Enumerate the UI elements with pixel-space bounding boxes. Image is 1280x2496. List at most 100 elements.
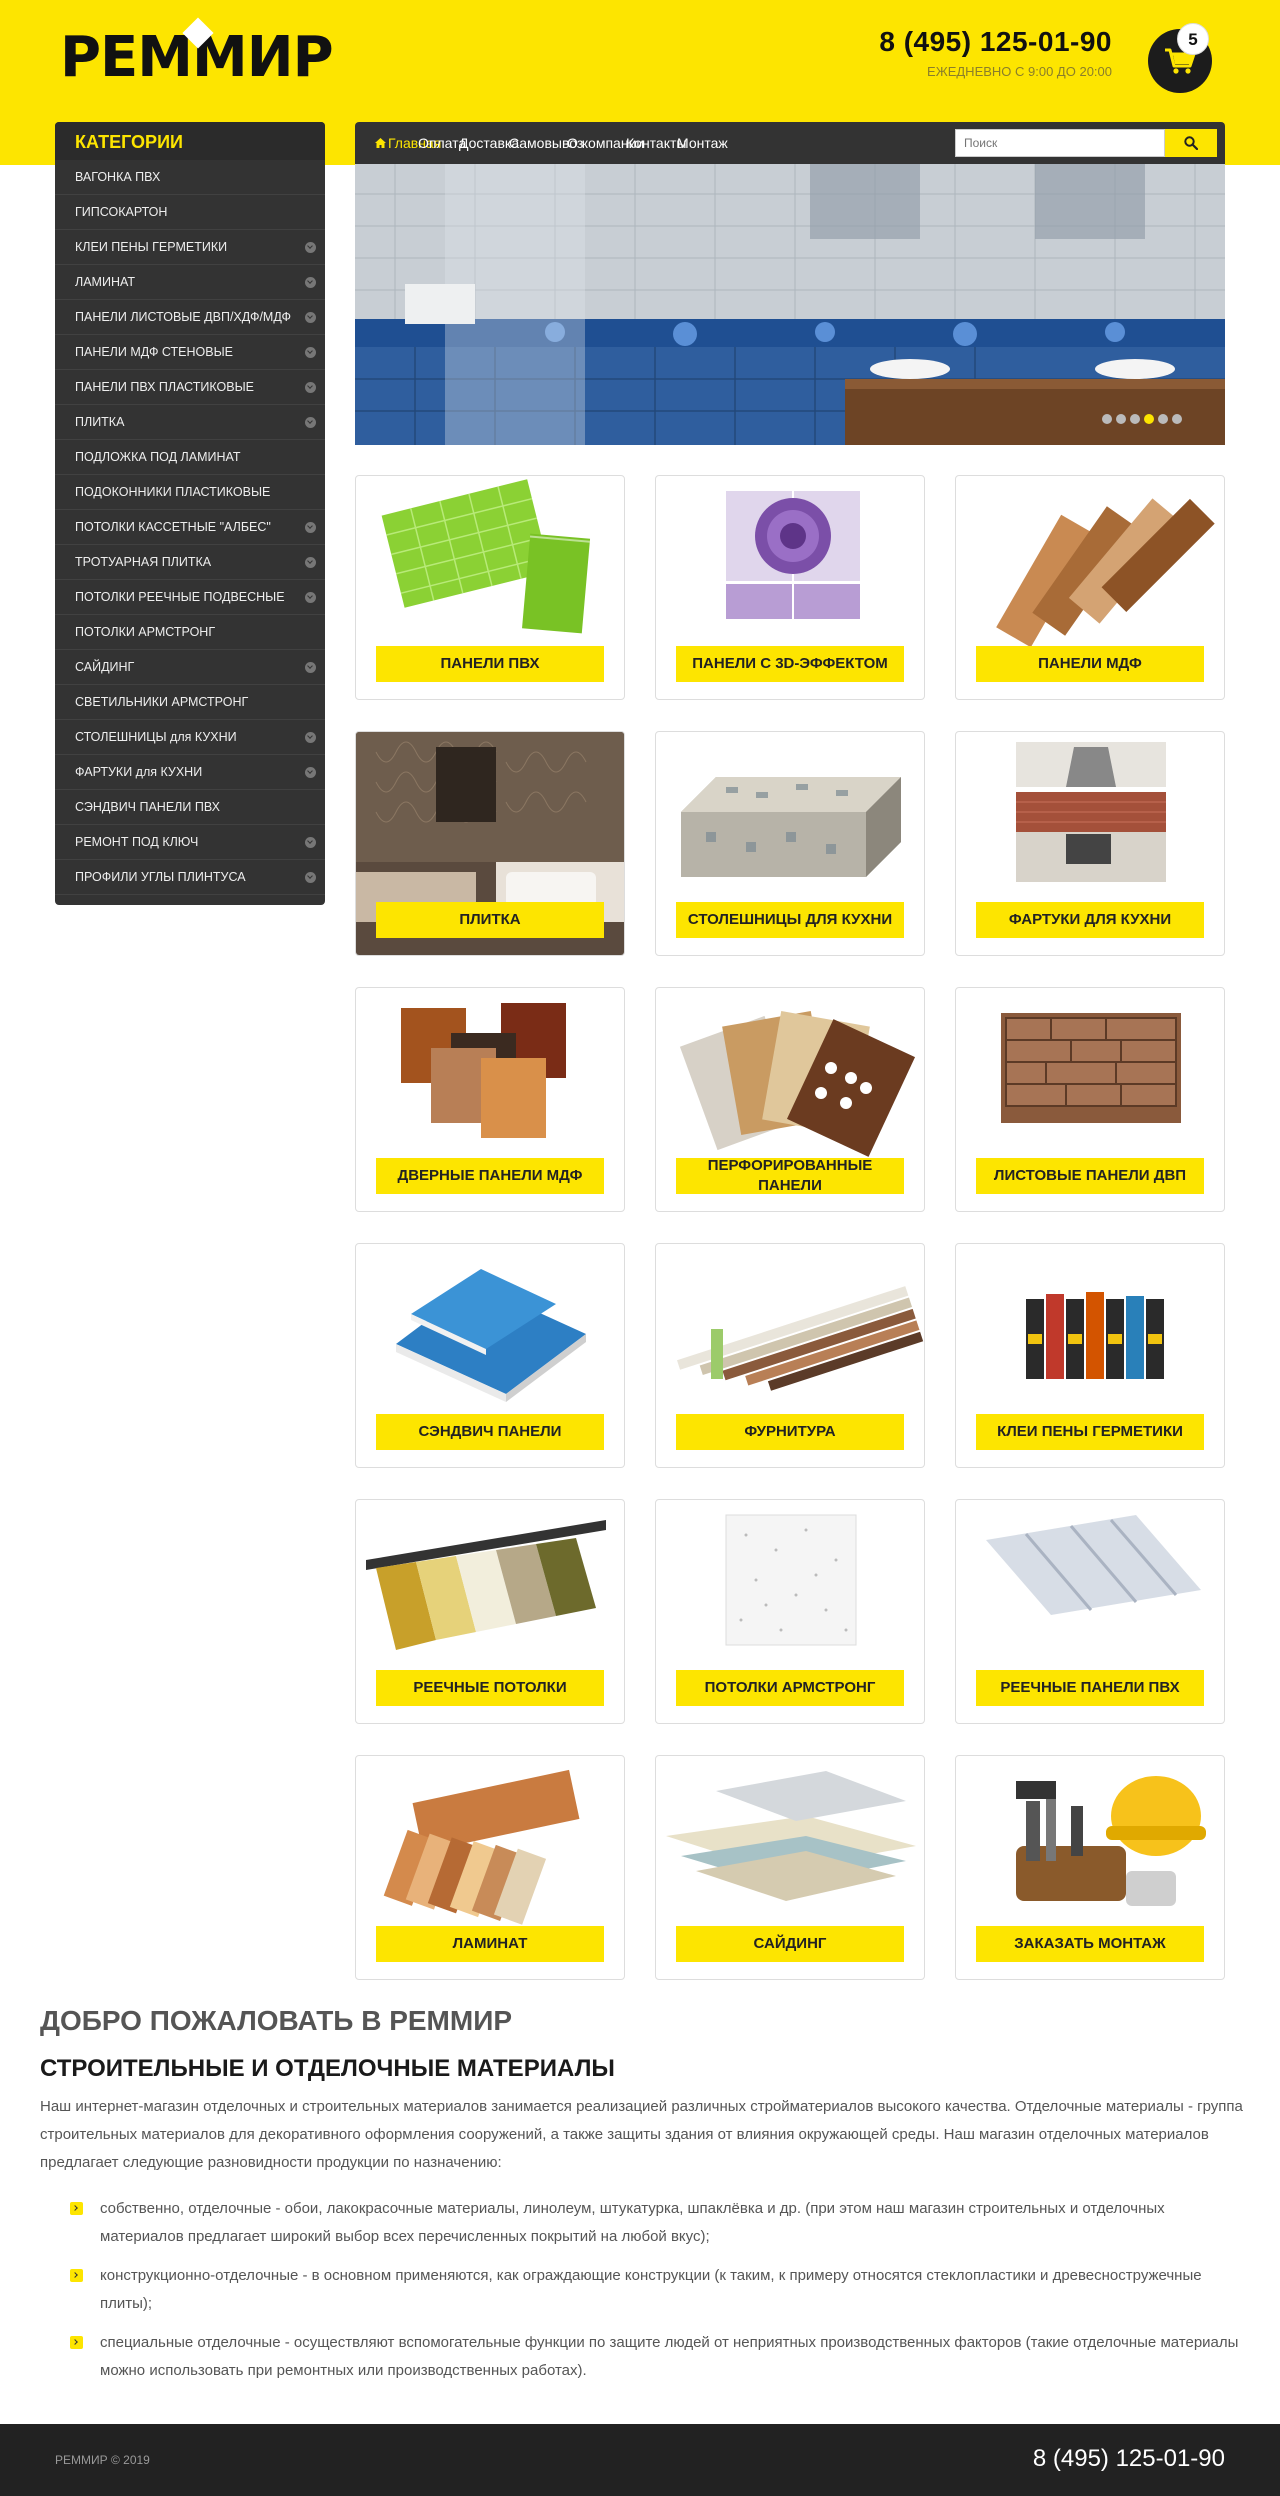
- sidebar-item[interactable]: ПОДЛОЖКА ПОД ЛАМИНАТ: [55, 440, 325, 475]
- chevron-down-icon[interactable]: [305, 557, 316, 568]
- product-card-label[interactable]: САЙДИНГ: [676, 1926, 904, 1962]
- product-card-label[interactable]: ПАНЕЛИ ПВХ: [376, 646, 604, 682]
- product-card-label[interactable]: ФУРНИТУРА: [676, 1414, 904, 1450]
- product-card[interactable]: СЭНДВИЧ ПАНЕЛИ: [355, 1243, 625, 1468]
- slider-dot[interactable]: [1130, 414, 1140, 424]
- chevron-down-icon[interactable]: [305, 592, 316, 603]
- product-card-label[interactable]: ПЕРФОРИРОВАННЫЕ ПАНЕЛИ: [676, 1157, 904, 1194]
- chevron-down-icon[interactable]: [305, 242, 316, 253]
- sidebar-item[interactable]: ПОДОКОННИКИ ПЛАСТИКОВЫЕ: [55, 475, 325, 510]
- product-card[interactable]: ФАРТУКИ ДЛЯ КУХНИ: [955, 731, 1225, 956]
- chevron-down-icon[interactable]: [305, 417, 316, 428]
- sidebar-item[interactable]: ФАРТУКИ для КУХНИ: [55, 755, 325, 790]
- chevron-down-icon[interactable]: [305, 312, 316, 323]
- sidebar-item[interactable]: ПОТОЛКИ КАССЕТНЫЕ "АЛБЕС": [55, 510, 325, 545]
- search-button[interactable]: [1165, 129, 1217, 157]
- chevron-down-icon[interactable]: [305, 347, 316, 358]
- hero-slider[interactable]: [355, 164, 1225, 445]
- product-card[interactable]: СТОЛЕШНИЦЫ ДЛЯ КУХНИ: [655, 731, 925, 956]
- sidebar-item[interactable]: ПРОФИЛИ УГЛЫ ПЛИНТУСА: [55, 860, 325, 895]
- chevron-right-icon: [70, 2269, 83, 2282]
- sidebar-item[interactable]: СТОЛЕШНИЦЫ для КУХНИ: [55, 720, 325, 755]
- category-sidebar: КАТЕГОРИИ ВАГОНКА ПВХ ГИПСОКАРТОН КЛЕИ ПЕН…: [55, 122, 325, 905]
- header-phone[interactable]: 8 (495) 125-01-90: [879, 26, 1112, 58]
- chevron-down-icon[interactable]: [305, 382, 316, 393]
- product-card-label[interactable]: РЕЕЧНЫЕ ПОТОЛКИ: [376, 1670, 604, 1706]
- cart-count-badge: 5: [1177, 23, 1209, 55]
- product-card[interactable]: ПЛИТКА: [355, 731, 625, 956]
- footer-phone[interactable]: 8 (495) 125-01-90: [1033, 2445, 1225, 2473]
- product-card-label[interactable]: ПОТОЛКИ АРМСТРОНГ: [676, 1670, 904, 1706]
- sidebar-item[interactable]: ЛАМИНАТ: [55, 265, 325, 300]
- sidebar-item-label: ПАНЕЛИ ПВХ ПЛАСТИКОВЫЕ: [75, 380, 255, 394]
- product-card[interactable]: ПЕРФОРИРОВАННЫЕ ПАНЕЛИ: [655, 987, 925, 1212]
- about-bullet-list: собственно, отделочные - обои, лакокрасо…: [40, 2195, 1250, 2385]
- product-card-label[interactable]: КЛЕИ ПЕНЫ ГЕРМЕТИКИ: [976, 1414, 1204, 1450]
- product-card[interactable]: КЛЕИ ПЕНЫ ГЕРМЕТИКИ: [955, 1243, 1225, 1468]
- chevron-down-icon[interactable]: [305, 872, 316, 883]
- sidebar-item[interactable]: ПОТОЛКИ АРМСТРОНГ: [55, 615, 325, 650]
- product-card[interactable]: ФУРНИТУРА: [655, 1243, 925, 1468]
- slider-dot[interactable]: [1102, 414, 1112, 424]
- sidebar-item[interactable]: ПАНЕЛИ ЛИСТОВЫЕ ДВП/ХДФ/МДФ: [55, 300, 325, 335]
- chevron-down-icon[interactable]: [305, 277, 316, 288]
- sidebar-item[interactable]: ПОТОЛКИ РЕЕЧНЫЕ ПОДВЕСНЫЕ: [55, 580, 325, 615]
- sidebar-item[interactable]: ПАНЕЛИ МДФ СТЕНОВЫЕ: [55, 335, 325, 370]
- sidebar-item[interactable]: ПЛИТКА: [55, 405, 325, 440]
- about-bullet: специальные отделочные - осуществляют вс…: [40, 2329, 1250, 2385]
- slider-dot[interactable]: [1172, 414, 1182, 424]
- slider-dot[interactable]: [1144, 414, 1154, 424]
- sidebar-item[interactable]: ТРОТУАРНАЯ ПЛИТКА: [55, 545, 325, 580]
- sidebar-item-label: СВЕТИЛЬНИКИ АРМСТРОНГ: [75, 695, 249, 709]
- sidebar-item-label: ТРОТУАРНАЯ ПЛИТКА: [75, 555, 212, 569]
- product-card-label[interactable]: ДВЕРНЫЕ ПАНЕЛИ МДФ: [376, 1158, 604, 1194]
- sidebar-item-label: ПАНЕЛИ МДФ СТЕНОВЫЕ: [75, 345, 234, 359]
- product-card-label[interactable]: СТОЛЕШНИЦЫ ДЛЯ КУХНИ: [676, 902, 904, 938]
- sidebar-item[interactable]: ВАГОНКА ПВХ: [55, 160, 325, 195]
- sidebar-item[interactable]: СЭНДВИЧ ПАНЕЛИ ПВХ: [55, 790, 325, 825]
- product-card[interactable]: ЛАМИНАТ: [355, 1755, 625, 1980]
- sidebar-item[interactable]: СВЕТИЛЬНИКИ АРМСТРОНГ: [55, 685, 325, 720]
- product-card-label[interactable]: ЛАМИНАТ: [376, 1926, 604, 1962]
- product-card[interactable]: ЛИСТОВЫЕ ПАНЕЛИ ДВП: [955, 987, 1225, 1212]
- product-card-label[interactable]: СЭНДВИЧ ПАНЕЛИ: [376, 1414, 604, 1450]
- product-card-label[interactable]: ПАНЕЛИ МДФ: [976, 646, 1204, 682]
- product-card-label[interactable]: ЗАКАЗАТЬ МОНТАЖ: [976, 1926, 1204, 1962]
- product-card[interactable]: РЕЕЧНЫЕ ПАНЕЛИ ПВХ: [955, 1499, 1225, 1724]
- sidebar-item-label: СЭНДВИЧ ПАНЕЛИ ПВХ: [75, 800, 220, 814]
- nav-item[interactable]: Монтаж: [677, 122, 728, 164]
- chevron-down-icon[interactable]: [305, 767, 316, 778]
- product-card-label[interactable]: ПАНЕЛИ С 3D-ЭФФЕКТОМ: [676, 646, 904, 682]
- product-card[interactable]: ПАНЕЛИ МДФ: [955, 475, 1225, 700]
- sidebar-item[interactable]: РЕМОНТ ПОД КЛЮЧ: [55, 825, 325, 860]
- logo[interactable]: РЕММИР: [60, 17, 334, 88]
- sidebar-item[interactable]: ГИПСОКАРТОН: [55, 195, 325, 230]
- product-card[interactable]: ПАНЕЛИ С 3D-ЭФФЕКТОМ: [655, 475, 925, 700]
- sidebar-item[interactable]: КЛЕИ ПЕНЫ ГЕРМЕТИКИ: [55, 230, 325, 265]
- product-card[interactable]: ДВЕРНЫЕ ПАНЕЛИ МДФ: [355, 987, 625, 1212]
- chevron-down-icon[interactable]: [305, 837, 316, 848]
- product-card-label[interactable]: ПЛИТКА: [376, 902, 604, 938]
- product-card[interactable]: ПОТОЛКИ АРМСТРОНГ: [655, 1499, 925, 1724]
- product-card-label[interactable]: ЛИСТОВЫЕ ПАНЕЛИ ДВП: [976, 1158, 1204, 1194]
- sidebar-item[interactable]: САЙДИНГ: [55, 650, 325, 685]
- product-card[interactable]: САЙДИНГ: [655, 1755, 925, 1980]
- home-icon: [375, 138, 386, 148]
- chevron-down-icon[interactable]: [305, 522, 316, 533]
- slider-dot[interactable]: [1158, 414, 1168, 424]
- sidebar-item-label: ВАГОНКА ПВХ: [75, 170, 161, 184]
- site-footer: РЕММИР © 2019 8 (495) 125-01-90: [0, 2424, 1280, 2496]
- chevron-down-icon[interactable]: [305, 662, 316, 673]
- product-card[interactable]: ПАНЕЛИ ПВХ: [355, 475, 625, 700]
- product-card-label[interactable]: ФАРТУКИ ДЛЯ КУХНИ: [976, 902, 1204, 938]
- product-card[interactable]: РЕЕЧНЫЕ ПОТОЛКИ: [355, 1499, 625, 1724]
- about-bullet-text: специальные отделочные - осуществляют вс…: [100, 2334, 1239, 2379]
- slider-dot[interactable]: [1116, 414, 1126, 424]
- sidebar-item[interactable]: ПАНЕЛИ ПВХ ПЛАСТИКОВЫЕ: [55, 370, 325, 405]
- chevron-right-icon: [70, 2336, 83, 2349]
- product-card[interactable]: ЗАКАЗАТЬ МОНТАЖ: [955, 1755, 1225, 1980]
- product-card-label[interactable]: РЕЕЧНЫЕ ПАНЕЛИ ПВХ: [976, 1670, 1204, 1706]
- search-input[interactable]: [955, 129, 1165, 157]
- chevron-down-icon[interactable]: [305, 732, 316, 743]
- contact-block: 8 (495) 125-01-90 ЕЖЕДНЕВНО С 9:00 ДО 20…: [879, 26, 1112, 79]
